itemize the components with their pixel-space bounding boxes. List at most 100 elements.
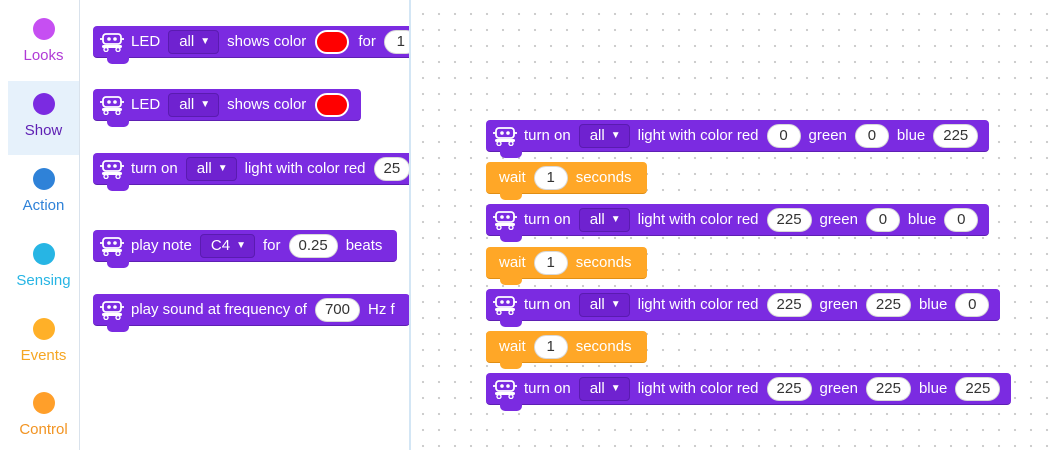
- category-control[interactable]: Control: [8, 380, 79, 450]
- turn-on-light-rgb-block[interactable]: turn on all ▼ light with color red 225 gr…: [486, 204, 990, 242]
- block-text: light with color red: [244, 160, 366, 177]
- robot-icon: [492, 379, 518, 399]
- category-label: Sensing: [16, 272, 71, 289]
- led-shows-color-block[interactable]: LED all ▼ shows color: [93, 89, 362, 127]
- block-text: green: [819, 380, 858, 397]
- dropdown-value: all: [179, 33, 195, 50]
- block-text: shows color: [227, 33, 307, 50]
- robot-icon: [492, 210, 518, 230]
- block-palette: LED all ▼ shows color for 1 LED all ▼ show…: [81, 0, 409, 450]
- block-text: light with color red: [637, 296, 759, 313]
- light-target-dropdown[interactable]: all ▼: [578, 207, 630, 232]
- block-text: light with color red: [637, 380, 759, 397]
- caret-down-icon: ▼: [610, 299, 621, 310]
- light-target-dropdown[interactable]: all ▼: [578, 123, 630, 148]
- control-category-icon: [32, 392, 55, 414]
- blue-input[interactable]: 0: [944, 207, 979, 232]
- light-target-dropdown[interactable]: all ▼: [578, 376, 630, 401]
- block-text: turn on: [131, 160, 178, 177]
- block-text: blue: [918, 380, 948, 397]
- wait-seconds-block[interactable]: wait 1 seconds: [486, 331, 647, 369]
- block-text: wait: [499, 338, 526, 355]
- green-input[interactable]: 0: [865, 207, 900, 232]
- green-input[interactable]: 225: [865, 292, 911, 317]
- dropdown-value: all: [589, 127, 605, 144]
- caret-down-icon: ▼: [217, 163, 228, 174]
- seconds-input[interactable]: 1: [533, 165, 568, 190]
- play-sound-frequency-block[interactable]: play sound at frequency of 700 Hz f: [93, 294, 409, 332]
- category-sidebar: Looks Show Action Sensing Events Control: [0, 0, 80, 450]
- wait-seconds-block[interactable]: wait 1 seconds: [486, 247, 647, 285]
- block-text: play note: [131, 237, 192, 254]
- robot-icon: [492, 295, 518, 315]
- wait-seconds-block[interactable]: wait 1 seconds: [486, 162, 647, 200]
- duration-input[interactable]: 1: [383, 29, 409, 54]
- category-label: Action: [22, 197, 65, 214]
- show-category-icon: [32, 93, 55, 115]
- frequency-input[interactable]: 700: [314, 297, 360, 322]
- color-swatch[interactable]: [315, 92, 350, 117]
- red-input[interactable]: 25: [373, 156, 409, 181]
- seconds-input[interactable]: 1: [533, 250, 568, 275]
- category-show[interactable]: Show: [8, 81, 79, 155]
- caret-down-icon: ▼: [236, 240, 246, 251]
- category-events[interactable]: Events: [8, 306, 79, 380]
- green-input[interactable]: 225: [865, 376, 911, 401]
- block-text: shows color: [227, 96, 307, 113]
- caret-down-icon: ▼: [610, 214, 621, 225]
- code-workspace[interactable]: turn on all ▼ light with color red 0 gree…: [411, 0, 1053, 450]
- block-text: turn on: [524, 296, 571, 313]
- robot-icon: [99, 300, 125, 320]
- blue-input[interactable]: 225: [933, 123, 979, 148]
- block-text: green: [819, 211, 858, 228]
- robot-icon: [492, 126, 518, 146]
- beats-input[interactable]: 0.25: [288, 233, 338, 258]
- sensing-category-icon: [32, 243, 55, 265]
- led-target-dropdown[interactable]: all ▼: [168, 92, 220, 117]
- block-text: green: [819, 296, 858, 313]
- category-label: Looks: [23, 47, 64, 64]
- events-category-icon: [32, 318, 55, 340]
- turn-on-light-rgb-block[interactable]: turn on all ▼ light with color red 225 gr…: [486, 289, 1001, 327]
- red-input[interactable]: 225: [766, 292, 812, 317]
- robot-icon: [99, 95, 125, 115]
- green-input[interactable]: 0: [854, 123, 889, 148]
- block-text: seconds: [575, 169, 632, 186]
- blue-input[interactable]: 225: [955, 376, 1001, 401]
- block-text: beats: [345, 237, 383, 254]
- dropdown-value: all: [589, 296, 605, 313]
- caret-down-icon: ▼: [200, 36, 211, 47]
- blue-input[interactable]: 0: [955, 292, 990, 317]
- block-text: turn on: [524, 380, 571, 397]
- category-looks[interactable]: Looks: [8, 6, 79, 80]
- block-text: blue: [907, 211, 937, 228]
- block-text: LED: [131, 33, 161, 50]
- dropdown-value: all: [589, 211, 605, 228]
- block-text: seconds: [575, 254, 632, 271]
- robot-icon: [99, 236, 125, 256]
- category-action[interactable]: Action: [8, 156, 79, 230]
- play-note-block[interactable]: play note C4 ▼ for 0.25 beats: [93, 230, 398, 268]
- note-dropdown[interactable]: C4 ▼: [199, 233, 255, 258]
- block-text: Hz f: [367, 301, 395, 318]
- category-sensing[interactable]: Sensing: [8, 231, 79, 305]
- led-shows-color-for-block[interactable]: LED all ▼ shows color for 1: [93, 26, 409, 64]
- action-category-icon: [32, 168, 55, 190]
- light-target-dropdown[interactable]: all ▼: [185, 156, 237, 181]
- dropdown-value: all: [179, 96, 195, 113]
- seconds-input[interactable]: 1: [533, 334, 568, 359]
- turn-on-light-rgb-block[interactable]: turn on all ▼ light with color red 25: [93, 153, 409, 191]
- light-target-dropdown[interactable]: all ▼: [578, 292, 630, 317]
- block-text: light with color red: [637, 127, 759, 144]
- block-text: seconds: [575, 338, 632, 355]
- caret-down-icon: ▼: [610, 130, 621, 141]
- turn-on-light-rgb-block[interactable]: turn on all ▼ light with color red 225 gr…: [486, 373, 1012, 411]
- red-input[interactable]: 0: [766, 123, 801, 148]
- red-input[interactable]: 225: [766, 207, 812, 232]
- red-input[interactable]: 225: [766, 376, 812, 401]
- led-target-dropdown[interactable]: all ▼: [168, 29, 220, 54]
- color-swatch[interactable]: [315, 29, 350, 54]
- block-text: wait: [499, 169, 526, 186]
- block-text: play sound at frequency of: [131, 301, 307, 318]
- turn-on-light-rgb-block[interactable]: turn on all ▼ light with color red 0 gree…: [486, 120, 990, 158]
